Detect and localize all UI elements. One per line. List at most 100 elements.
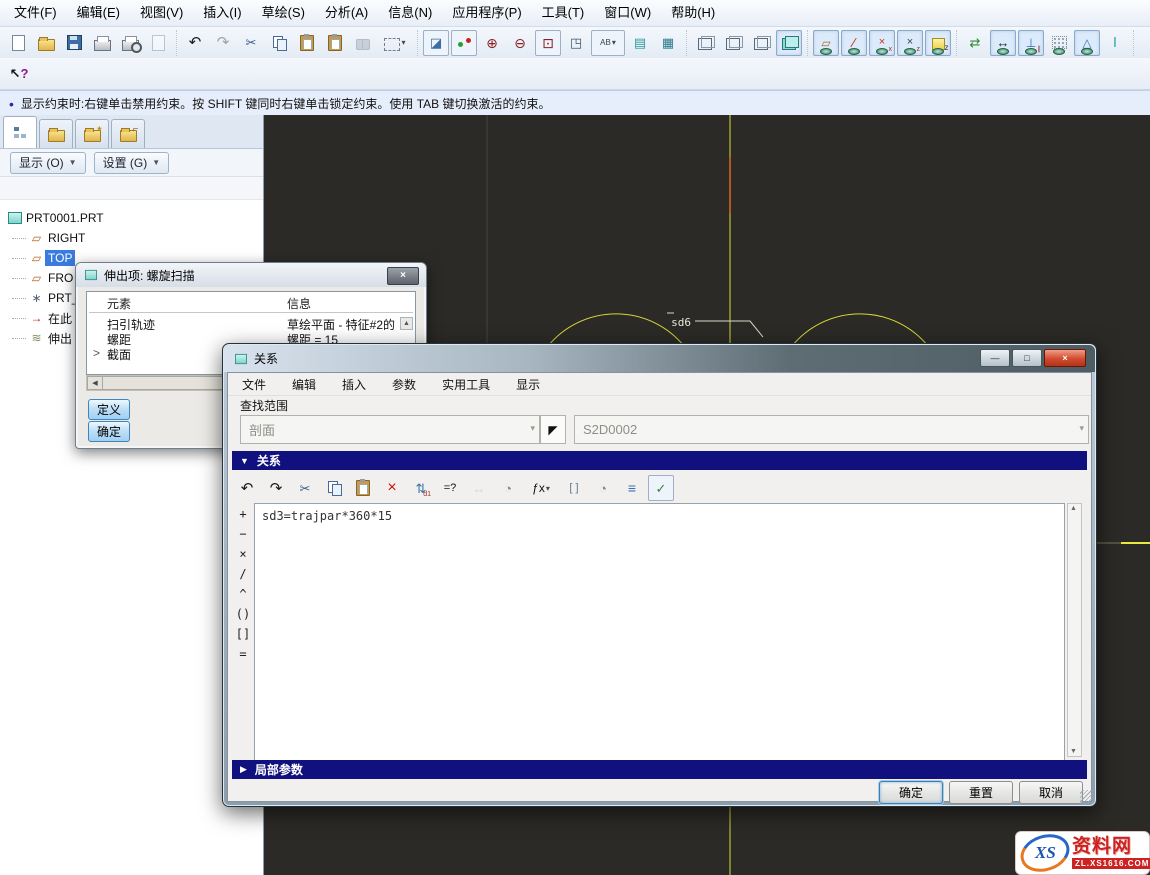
- zoom-refit-button[interactable]: ⊡: [535, 30, 561, 56]
- view-menu[interactable]: 视图(V): [130, 0, 193, 26]
- operator-button-5[interactable]: (): [236, 607, 250, 627]
- folder-browser-tab[interactable]: [39, 119, 73, 148]
- sketch-arc-right[interactable]: [792, 314, 928, 346]
- dimension-label-sd6[interactable]: sd6: [671, 316, 691, 329]
- look-in-target-select[interactable]: S2D0002 ▾: [574, 415, 1089, 444]
- sketch-arc-left[interactable]: [548, 314, 684, 346]
- define-button[interactable]: 定义: [88, 399, 130, 420]
- ok-button[interactable]: 确定: [88, 421, 130, 442]
- sketch-menu[interactable]: 草绘(S): [252, 0, 315, 26]
- plane-display-button[interactable]: ▱: [813, 30, 839, 56]
- maximize-icon[interactable]: □: [1012, 349, 1042, 367]
- close-icon[interactable]: ×: [387, 267, 419, 285]
- protrusion-dialog-titlebar[interactable]: 伸出项: 螺旋扫描: [76, 263, 426, 287]
- select-box-button[interactable]: ▾: [378, 30, 412, 56]
- paste-button[interactable]: [294, 30, 320, 56]
- section-swap-button[interactable]: ⇄: [962, 30, 988, 56]
- view-manager-button[interactable]: ▦: [655, 30, 681, 56]
- annotation-display-button[interactable]: [925, 30, 951, 56]
- select-item-button[interactable]: ◤: [540, 415, 566, 444]
- constraint-display-button[interactable]: ⊥∥: [1018, 30, 1044, 56]
- reorient-button[interactable]: ◳: [563, 30, 589, 56]
- datum-refs-button[interactable]: [451, 30, 477, 56]
- operator-button-0[interactable]: +: [239, 507, 246, 527]
- paste-special-button[interactable]: [322, 30, 348, 56]
- no-hidden-button[interactable]: [748, 30, 774, 56]
- insert-menu[interactable]: 插入(I): [193, 0, 251, 26]
- connections-tab[interactable]: [111, 119, 145, 148]
- rel-redo-button[interactable]: ↷: [263, 475, 289, 501]
- rel-brackets-button[interactable]: [ ]: [561, 475, 587, 501]
- dim-display-button[interactable]: ↔: [990, 30, 1016, 56]
- resize-grip[interactable]: [1080, 790, 1093, 803]
- tree-show-button[interactable]: 显示 (O) ▼: [10, 152, 86, 174]
- undo-button[interactable]: ↶: [182, 30, 208, 56]
- grid-display-button[interactable]: [1046, 30, 1072, 56]
- relations-dialog-titlebar[interactable]: 关系: [224, 345, 1095, 372]
- rel-parameters-button[interactable]: ◔: [590, 475, 616, 501]
- rel-units-button[interactable]: ◔: [495, 475, 521, 501]
- applications-menu[interactable]: 应用程序(P): [442, 0, 531, 26]
- operator-button-7[interactable]: =: [239, 647, 246, 667]
- zoom-in-button[interactable]: ⊕: [479, 30, 505, 56]
- section-tool-button[interactable]: I: [1102, 30, 1128, 56]
- print-button[interactable]: [89, 30, 115, 56]
- ok-button[interactable]: 确定: [879, 781, 943, 804]
- hidden-line-button[interactable]: [720, 30, 746, 56]
- csys-display-button[interactable]: ×z: [897, 30, 923, 56]
- scroll-down-icon[interactable]: ▼: [1068, 748, 1079, 755]
- save-button[interactable]: [61, 30, 87, 56]
- relations-section-header[interactable]: ▼ 关系: [232, 451, 1087, 470]
- scroll-up-icon[interactable]: ▲: [1068, 505, 1079, 512]
- rel-evaluate-button[interactable]: =?: [437, 475, 463, 501]
- help-menu[interactable]: 帮助(H): [661, 0, 725, 26]
- open-file-button[interactable]: [33, 30, 59, 56]
- info-menu[interactable]: 信息(N): [378, 0, 442, 26]
- new-file-button[interactable]: [5, 30, 31, 56]
- rel-cut-button[interactable]: ✂: [292, 475, 318, 501]
- minimize-icon[interactable]: —: [980, 349, 1010, 367]
- context-help-button[interactable]: ↖ ?: [6, 61, 32, 87]
- model-tree-tab[interactable]: [3, 116, 37, 148]
- tools-menu[interactable]: 工具(T): [532, 0, 595, 26]
- point-display-button[interactable]: ×x: [869, 30, 895, 56]
- rel-insert-menu[interactable]: 插入: [342, 376, 366, 393]
- rel-parameters-menu[interactable]: 参数: [392, 376, 416, 393]
- shaded-button[interactable]: [776, 30, 802, 56]
- rel-verify-button[interactable]: ✓: [648, 475, 674, 501]
- sketch-display-button[interactable]: ◪: [423, 30, 449, 56]
- copy-button[interactable]: [266, 30, 292, 56]
- scroll-up-icon[interactable]: ▲: [400, 317, 413, 330]
- find-button[interactable]: [350, 30, 376, 56]
- rel-undo-button[interactable]: ↶: [234, 475, 260, 501]
- rel-measure-button[interactable]: ↔: [466, 475, 492, 501]
- layers-button[interactable]: ▤: [627, 30, 653, 56]
- operator-button-3[interactable]: /: [239, 567, 246, 587]
- rel-switch-dims-button[interactable]: ⇅d1: [408, 475, 434, 501]
- rel-file-menu[interactable]: 文件: [242, 376, 266, 393]
- redo-button[interactable]: ↷: [210, 30, 236, 56]
- axis-display-button[interactable]: ∕: [841, 30, 867, 56]
- cancel-button[interactable]: 取消: [1019, 781, 1083, 804]
- relations-editor[interactable]: sd3=trajpar*360*15: [254, 503, 1065, 762]
- operator-button-6[interactable]: []: [236, 627, 250, 647]
- operator-button-1[interactable]: −: [239, 527, 246, 547]
- zoom-out-button[interactable]: ⊖: [507, 30, 533, 56]
- local-parameters-section-header[interactable]: ▶ 局部参数: [232, 760, 1087, 779]
- print-preview-button[interactable]: [117, 30, 143, 56]
- rel-utilities-menu[interactable]: 实用工具: [442, 376, 490, 393]
- tree-item-right[interactable]: ▱RIGHT: [0, 228, 263, 248]
- rel-edit-menu[interactable]: 编辑: [292, 376, 316, 393]
- wireframe-button[interactable]: [692, 30, 718, 56]
- tree-item-prt0001[interactable]: PRT0001.PRT: [0, 208, 263, 228]
- cut-button[interactable]: ✂: [238, 30, 264, 56]
- rel-show-menu[interactable]: 显示: [516, 376, 540, 393]
- file-menu[interactable]: 文件(F): [4, 0, 67, 26]
- tree-settings-button[interactable]: 设置 (G) ▼: [94, 152, 170, 174]
- vertex-display-button[interactable]: △: [1074, 30, 1100, 56]
- operator-button-4[interactable]: ^: [239, 587, 246, 607]
- favorites-tab[interactable]: [75, 119, 109, 148]
- vertical-scrollbar[interactable]: ▲ ▼: [1067, 503, 1082, 757]
- rel-copy-button[interactable]: [321, 475, 347, 501]
- edit-menu[interactable]: 编辑(E): [67, 0, 130, 26]
